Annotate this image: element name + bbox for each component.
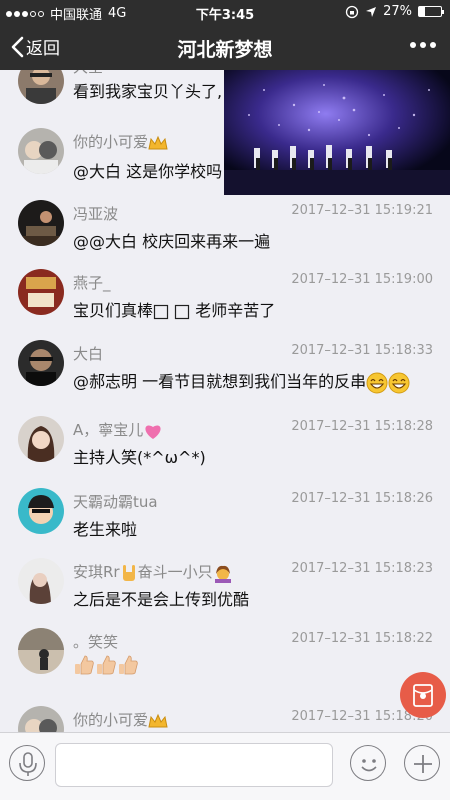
grin-emoji-icon	[366, 372, 388, 393]
red-envelope-icon	[413, 684, 433, 707]
battery-icon	[418, 6, 444, 17]
input-bar	[0, 732, 450, 800]
timestamp: 2017–12–31 15:19:21	[291, 203, 433, 218]
stage-photo[interactable]	[224, 70, 450, 195]
comment-text: 宝贝们真棒 老师辛苦了	[73, 301, 276, 320]
avatar[interactable]	[18, 706, 64, 732]
timestamp: 2017–12–31 15:18:22	[291, 631, 433, 646]
avatar[interactable]	[18, 269, 64, 315]
comment-text: @大白 这是你学校吗	[73, 162, 223, 181]
lock-rotation-icon	[345, 5, 359, 18]
avatar[interactable]	[18, 340, 64, 386]
comment-text: @@大白 校庆回来再来一遍	[73, 232, 271, 251]
list-item[interactable]: A，寧宝儿 2017–12–31 15:18:28 主持人笑(*^ω^*)	[0, 416, 450, 488]
avatar[interactable]	[18, 628, 64, 674]
smiley-icon	[361, 759, 377, 772]
timestamp: 2017–12–31 15:18:23	[291, 561, 433, 576]
crown-emoji-icon	[148, 713, 168, 727]
rock-hand-emoji-icon	[122, 564, 135, 581]
nickname: 你的小可爱	[73, 131, 168, 152]
emoji-button[interactable]	[350, 745, 386, 781]
nav-bar: 返回 河北新梦想	[0, 24, 450, 70]
avatar[interactable]	[18, 200, 64, 246]
nickname: 你的小可爱	[73, 709, 168, 730]
nickname: 天霸动霸tua	[73, 493, 158, 511]
more-button[interactable]	[410, 42, 436, 48]
missing-glyph-icon	[175, 304, 190, 319]
avatar[interactable]	[18, 128, 64, 174]
list-item[interactable]: 燕子_ 2017–12–31 15:19:00 宝贝们真棒 老师辛苦了	[0, 269, 450, 341]
list-item[interactable]: 冯亚波 2017–12–31 15:19:21 @@大白 校庆回来再来一遍	[0, 200, 450, 272]
avatar[interactable]	[18, 416, 64, 462]
status-right: 27%	[345, 4, 444, 19]
list-item[interactable]: 天霸动霸tua 2017–12–31 15:18:26 老生来啦	[0, 488, 450, 560]
plus-icon	[414, 755, 432, 773]
heart-emoji-icon	[145, 425, 161, 439]
more-dot	[410, 42, 416, 48]
more-dot	[430, 42, 436, 48]
page-title: 河北新梦想	[177, 39, 273, 61]
thumbs-up-emoji-icon	[75, 655, 94, 675]
thumbs-up-emoji-icon	[119, 655, 138, 675]
avatar[interactable]	[18, 70, 64, 104]
person-raising-hand-emoji-icon	[214, 565, 231, 583]
microphone-icon	[19, 752, 37, 776]
timestamp: 2017–12–31 15:18:28	[291, 419, 433, 434]
battery-percent: 27%	[383, 4, 412, 19]
timestamp: 2017–12–31 15:18:26	[291, 491, 433, 506]
nickname: 燕子_	[73, 274, 111, 292]
avatar[interactable]	[18, 488, 64, 534]
location-icon	[366, 6, 377, 17]
red-packet-button[interactable]	[400, 672, 446, 718]
nickname: 大空	[73, 70, 103, 77]
nickname: 大白	[73, 345, 104, 363]
nickname: 冯亚波	[73, 205, 119, 223]
comment-text: 看到我家宝贝丫头了,	[73, 82, 223, 101]
list-item[interactable]: 你的小可爱 2017–12–31 15:18:20	[0, 706, 450, 732]
nickname: 安琪Rr 奋斗一小只	[73, 561, 233, 583]
comment-text: 主持人笑(*^ω^*)	[73, 448, 206, 467]
missing-glyph-icon	[153, 304, 169, 319]
list-item[interactable]: 。笑笑 2017–12–31 15:18:22	[0, 628, 450, 700]
timestamp: 2017–12–31 15:18:33	[291, 343, 433, 358]
nickname: 。笑笑	[73, 633, 119, 651]
comment-text	[73, 654, 139, 676]
thumbs-up-emoji-icon	[97, 655, 116, 675]
comment-text: 老生来啦	[73, 520, 138, 539]
voice-button[interactable]	[9, 745, 45, 781]
comment-text: 之后是不是会上传到优酷	[73, 590, 250, 609]
list-item[interactable]: 安琪Rr 奋斗一小只 2017–12–31 15:18:23 之后是不是会上传到优…	[0, 558, 450, 630]
grin-emoji-icon	[388, 372, 410, 393]
more-dot	[420, 42, 426, 48]
comment-text: @郝志明 一看节目就想到我们当年的反串	[73, 368, 410, 394]
list-item[interactable]: 大白 2017–12–31 15:18:33 @郝志明 一看节目就想到我们当年的…	[0, 340, 450, 412]
avatar[interactable]	[18, 558, 64, 604]
crown-emoji-icon	[148, 135, 168, 149]
comment-input[interactable]	[55, 743, 333, 787]
nickname: A，寧宝儿	[73, 419, 163, 440]
more-actions-button[interactable]	[404, 745, 440, 781]
status-bar: 中国联通 4G 下午3:45 27%	[0, 0, 450, 24]
timestamp: 2017–12–31 15:19:00	[291, 272, 433, 287]
